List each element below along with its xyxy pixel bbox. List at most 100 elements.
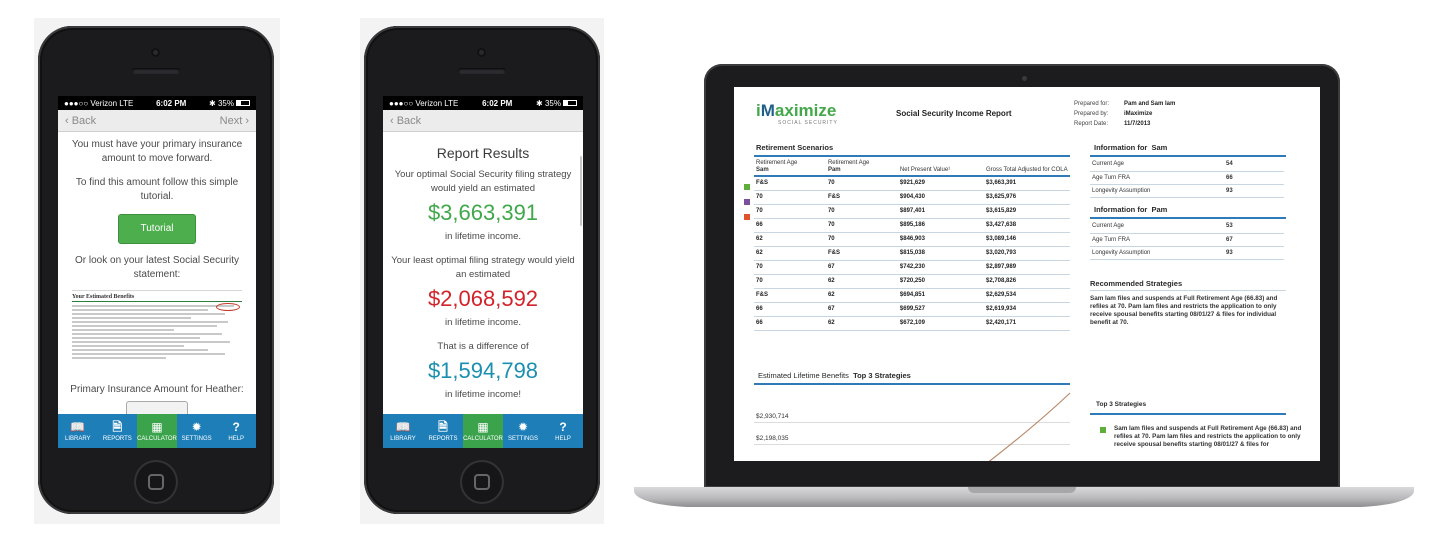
col-sam-age: Retirement Age xyxy=(756,160,798,166)
cell-gross: $3,427,638 xyxy=(984,218,1070,233)
tutorial-hint-text: To find this amount follow this simple t… xyxy=(75,177,239,202)
cell-npv: $694,851 xyxy=(897,288,984,303)
tab-reports[interactable]: 🗎 REPORTS xyxy=(98,414,138,448)
statement-rule xyxy=(72,301,242,302)
info-key: Age Turn FRA xyxy=(1090,233,1224,247)
tab-settings[interactable]: ✹ SETTINGS xyxy=(177,414,217,448)
prepared-for-value: Pam and Sam Iam xyxy=(1124,101,1176,107)
table-row: F&S 62 $694,851 $2,629,534 xyxy=(754,288,1070,303)
info-value: 93 xyxy=(1224,246,1284,260)
table-row: 70 62 $720,250 $2,708,826 xyxy=(754,274,1070,289)
settings-icon: ✹ xyxy=(517,419,529,434)
table-row: F&S 70 $921,629 $3,663,391 xyxy=(754,176,1070,191)
info-key: Current Age xyxy=(1090,158,1224,172)
tab-bar: 📖 LIBRARY 🗎 REPORTS ▦ CALCULATOR ✹ SETTINGS … xyxy=(58,414,256,448)
tab-reports[interactable]: 🗎 REPORTS xyxy=(423,414,463,448)
phone2-speaker xyxy=(458,68,506,74)
lifetime-title: Estimated Lifetime Benefits xyxy=(758,371,849,380)
top3-text: Sam Iam files and suspends at Full Retir… xyxy=(1114,425,1302,448)
laptop-notch xyxy=(968,487,1076,493)
lifetime-text: in lifetime income. xyxy=(444,231,522,242)
back-button[interactable]: ‹ Back xyxy=(65,115,96,127)
tab-calculator[interactable]: ▦ CALCULATOR xyxy=(463,414,503,448)
info-sam-rule xyxy=(1090,155,1286,157)
pia-required-text: You must have your primary insurance amo… xyxy=(71,139,243,164)
tab-label: CALCULATOR xyxy=(463,435,503,442)
cell-npv: $699,527 xyxy=(897,302,984,317)
tab-label: LIBRARY xyxy=(64,435,91,442)
page-title: Report Results xyxy=(436,145,530,161)
cell-gross: $2,619,934 xyxy=(984,302,1070,317)
lifetime-text: in lifetime income! xyxy=(444,389,522,400)
phone1-speaker xyxy=(132,68,180,74)
battery-icon xyxy=(235,100,250,107)
info-pam-name: Pam xyxy=(1151,205,1168,214)
optimal-amount: $3,663,391 xyxy=(427,200,539,225)
cell-gross: $3,615,829 xyxy=(984,204,1070,219)
cell-pam: 62 xyxy=(825,288,898,303)
tab-help[interactable]: ? HELP xyxy=(543,414,583,448)
back-button[interactable]: ‹ Back xyxy=(390,115,421,127)
chart-y-label-1: $2,930,714 xyxy=(756,413,789,420)
pia-label: Primary Insurance Amount for Heather: xyxy=(70,384,244,395)
table-row: 62 70 $846,903 $3,089,146 xyxy=(754,232,1070,247)
cell-pam: 62 xyxy=(825,274,898,289)
tutorial-prompt: You must have your primary insurance amo… xyxy=(58,132,256,282)
report-title: Social Security Income Report xyxy=(896,109,1012,118)
cell-pam: 70 xyxy=(825,232,898,247)
info-key: Longevity Assumption xyxy=(1090,184,1224,198)
cell-npv: $897,401 xyxy=(897,204,984,219)
battery-indicator: ✱ 35% xyxy=(536,99,577,108)
help-icon: ? xyxy=(559,419,567,434)
clock: 6:02 PM xyxy=(156,98,187,108)
lifetime-rule xyxy=(754,383,1070,385)
next-button[interactable]: Next › xyxy=(220,115,249,127)
tab-library[interactable]: 📖 LIBRARY xyxy=(383,414,423,448)
scenarios-heading: Retirement Scenarios xyxy=(756,143,834,152)
help-icon: ? xyxy=(232,419,240,434)
phone1-home-button[interactable] xyxy=(134,460,178,504)
cell-pam: 67 xyxy=(825,260,898,275)
tab-settings[interactable]: ✹ SETTINGS xyxy=(503,414,543,448)
phone2-home-button[interactable] xyxy=(460,460,504,504)
status-bar: ●●●○○ Verizon LTE 6:02 PM ✱ 35% xyxy=(383,96,583,110)
info-pam-label: Information for xyxy=(1094,205,1148,214)
info-value: 66 xyxy=(1224,171,1284,185)
nav-bar: ‹ Back xyxy=(383,110,583,132)
cell-gross: $2,708,826 xyxy=(984,274,1070,289)
tab-help[interactable]: ? HELP xyxy=(216,414,256,448)
info-pam-rule xyxy=(1090,217,1286,219)
info-value: 67 xyxy=(1224,233,1284,247)
cell-pam: 62 xyxy=(825,316,898,331)
info-value: 54 xyxy=(1224,158,1284,172)
col-pam: Retirement Age Pam xyxy=(825,159,898,177)
tab-calculator[interactable]: ▦ CALCULATOR xyxy=(137,414,177,448)
tab-label: HELP xyxy=(228,435,245,442)
calculator-icon: ▦ xyxy=(151,419,163,434)
cell-gross: $3,020,793 xyxy=(984,246,1070,261)
info-row: Age Turn FRA 66 xyxy=(1090,171,1284,185)
reports-icon: 🗎 xyxy=(112,419,123,434)
top3-marker xyxy=(1100,427,1106,433)
phone1-camera xyxy=(151,48,160,57)
optimal-text: Your optimal Social Security filing stra… xyxy=(394,169,572,194)
top3-heading: Top 3 Strategies xyxy=(1096,401,1147,408)
cell-sam: 66 xyxy=(754,218,826,233)
report-date-value: 11/7/2013 xyxy=(1124,121,1151,127)
marker-1 xyxy=(744,184,750,190)
tab-label: SETTINGS xyxy=(181,435,212,442)
prepared-for-label: Prepared for: xyxy=(1074,101,1110,107)
statement-image: Your Estimated Benefits xyxy=(72,290,242,372)
cell-npv: $720,250 xyxy=(897,274,984,289)
info-row: Current Age 54 xyxy=(1090,158,1284,172)
report-results: Report Results Your optimal Social Secur… xyxy=(383,132,583,402)
phone1-screen: ●●●○○ Verizon LTE 6:02 PM ✱ 35% ‹ Back N… xyxy=(58,96,256,448)
scrollbar[interactable] xyxy=(580,156,582,226)
tab-library[interactable]: 📖 LIBRARY xyxy=(58,414,98,448)
info-pam-table: Current Age 53 Age Turn FRA 67 Longevity Ass… xyxy=(1090,220,1284,260)
tutorial-button[interactable]: Tutorial xyxy=(117,214,197,244)
cell-sam: 70 xyxy=(754,260,826,275)
lifetime-heading: Estimated Lifetime Benefits Top 3 Strate… xyxy=(758,371,911,380)
cell-sam: 62 xyxy=(754,246,826,261)
cell-gross: $3,663,391 xyxy=(984,176,1070,191)
